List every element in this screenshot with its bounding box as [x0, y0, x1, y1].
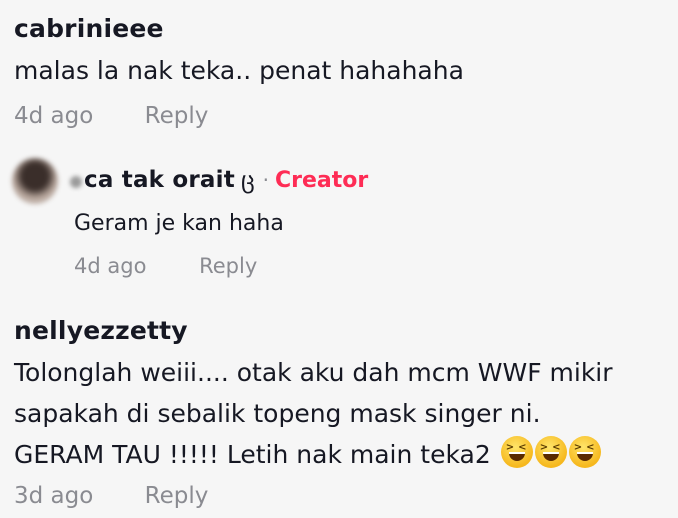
reply-header: ca tak orait ც · Creator — [70, 166, 368, 194]
laughing-emoji-icon: >< — [500, 436, 533, 468]
comment-text-line-last: GERAM TAU !!!!! Letih nak main teka2 >< >… — [14, 434, 613, 475]
reply-meta: 4d ago Reply — [74, 254, 257, 278]
separator-dot: · — [262, 168, 270, 192]
comment-text: malas la nak teka.. penat hahahaha — [14, 56, 464, 85]
comment-text-line: sapakah di sebalik topeng mask singer ni… — [14, 399, 541, 428]
reply-text: Geram je kan haha — [74, 211, 284, 236]
comment-username[interactable]: nellyezzetty — [14, 316, 188, 345]
comment-text-line: Tolonglah weiii.... otak aku dah mcm WWF… — [14, 358, 613, 387]
reply-button[interactable]: Reply — [199, 254, 257, 278]
reply-button[interactable]: Reply — [145, 103, 209, 129]
comment-timestamp: 4d ago — [14, 103, 94, 129]
comment-text: Tolonglah weiii.... otak aku dah mcm WWF… — [14, 352, 613, 475]
comment-text-line: GERAM TAU !!!!! Letih nak main teka2 — [14, 440, 491, 469]
avatar[interactable] — [12, 158, 58, 204]
comment-meta: 4d ago Reply — [14, 103, 208, 129]
comment-timestamp: 3d ago — [14, 483, 94, 509]
reply-button[interactable]: Reply — [145, 483, 209, 509]
name-flourish-icon: ც — [240, 166, 255, 194]
comment-username[interactable]: cabrinieee — [14, 14, 164, 43]
creator-badge: Creator — [275, 167, 369, 193]
comment-meta: 3d ago Reply — [14, 483, 208, 509]
blurred-name-icon — [70, 176, 82, 188]
laughing-emoji-icon: >< — [534, 436, 567, 468]
reply-username[interactable]: ca tak orait — [84, 167, 235, 193]
laughing-emoji-icon: >< — [568, 436, 601, 468]
reply-timestamp: 4d ago — [74, 254, 147, 278]
